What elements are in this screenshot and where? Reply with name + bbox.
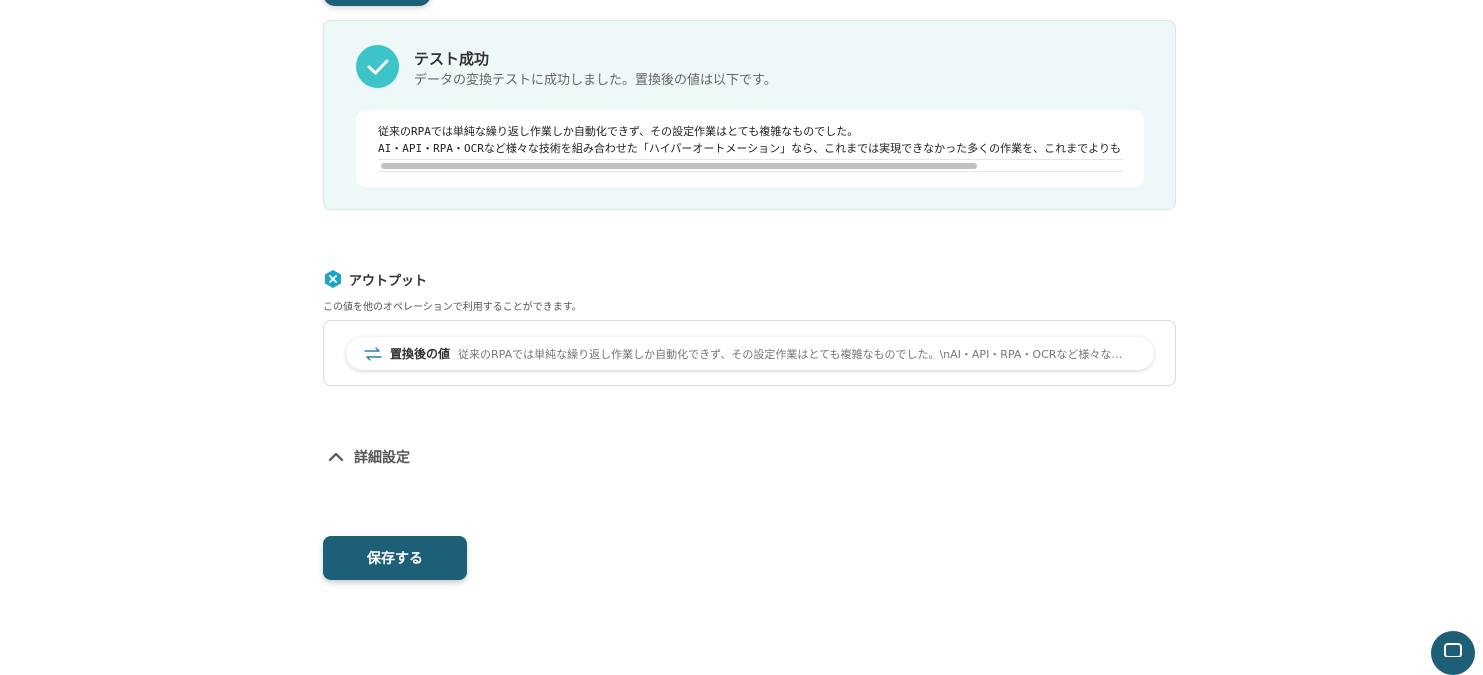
- advanced-settings-toggle[interactable]: 詳細設定: [326, 447, 410, 467]
- swap-arrows-icon: [364, 346, 382, 361]
- output-title: アウトプット: [349, 273, 428, 289]
- chat-launcher-button[interactable]: [1431, 631, 1475, 675]
- save-button[interactable]: 保存する: [323, 536, 467, 580]
- output-item-chip[interactable]: 置換後の値 従来のRPAでは単純な繰り返し作業しか自動化できず、その設定作業はと…: [346, 337, 1154, 370]
- chat-icon: [1444, 643, 1462, 657]
- advanced-settings-label: 詳細設定: [354, 450, 410, 466]
- test-success-title: テスト成功: [414, 50, 490, 68]
- output-item-value: 従来のRPAでは単純な繰り返し作業しか自動化できず、その設定作業はとても複雑なも…: [458, 347, 1128, 361]
- horizontal-scrollbar[interactable]: [378, 159, 1123, 172]
- test-success-panel: テスト成功 データの変換テストに成功しました。置換後の値は以下です。 従来のRP…: [323, 20, 1176, 210]
- result-line: AI・API・RPA・OCRなど様々な技術を組み合わせた「ハイパーオートメーショ…: [378, 142, 1121, 155]
- output-panel: 置換後の値 従来のRPAでは単純な繰り返し作業しか自動化できず、その設定作業はと…: [323, 320, 1176, 386]
- scrollbar-thumb[interactable]: [381, 163, 977, 169]
- result-preview: 従来のRPAでは単純な繰り返し作業しか自動化できず、その設定作業はとても複雑なも…: [356, 110, 1144, 187]
- test-success-description: データの変換テストに成功しました。置換後の値は以下です。: [414, 73, 777, 88]
- previous-action-button[interactable]: [323, 0, 431, 6]
- result-line: 従来のRPAでは単純な繰り返し作業しか自動化できず、その設定作業はとても複雑なも…: [378, 125, 859, 138]
- variable-x-icon: [325, 270, 341, 288]
- output-description: この値を他のオペレーションで利用することができます。: [323, 302, 582, 313]
- output-section-header: アウトプット: [323, 269, 427, 289]
- chevron-up-icon: [328, 452, 344, 462]
- check-icon: [356, 45, 399, 88]
- output-item-label: 置換後の値: [390, 347, 451, 361]
